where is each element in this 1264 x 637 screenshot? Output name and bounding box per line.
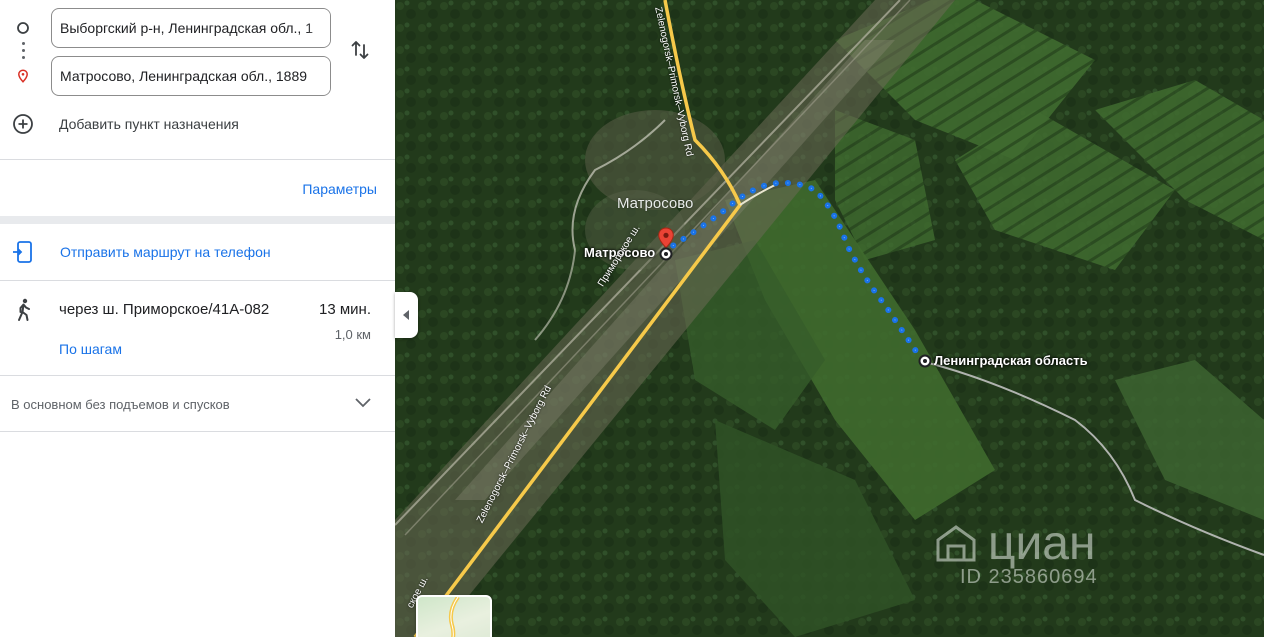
swap-vertical-icon[interactable] <box>348 38 372 62</box>
circle-icon <box>17 22 29 34</box>
route-distance: 1,0 км <box>334 327 371 342</box>
route-duration: 13 мин. <box>319 301 371 318</box>
chevron-left-icon <box>403 310 409 320</box>
walking-icon <box>18 298 30 321</box>
satellite-map[interactable]: циан ID 235860694 <box>395 0 1264 637</box>
add-circle-icon <box>13 114 33 134</box>
route-via-label: через ш. Приморское/41А-082 <box>59 301 270 318</box>
elevation-summary-label: В основном без подъемов и спусков <box>11 397 230 412</box>
route-option[interactable]: через ш. Приморское/41А-082 13 мин. 1,0 … <box>0 282 395 374</box>
send-to-phone-button[interactable]: Отправить маршрут на телефон <box>0 226 395 280</box>
cian-logo <box>936 525 976 562</box>
divider <box>0 280 395 281</box>
phone-send-icon <box>13 241 32 263</box>
elevation-summary-row[interactable]: В основном без подъемов и спусков <box>0 377 395 431</box>
destination-row: Матросово, Ленинградская обл., 1889 <box>0 56 395 96</box>
end-label: Ленинградская область <box>934 353 1088 368</box>
location-pin-icon <box>18 69 28 83</box>
origin-input-value: Выборгский р-н, Ленинградская обл., 1 <box>60 20 313 36</box>
directions-panel: Выборгский р-н, Ленинградская обл., 1 Ма… <box>0 0 395 637</box>
watermark: циан ID 235860694 <box>930 517 1160 600</box>
watermark-brand: циан <box>988 517 1096 570</box>
map-layers-button[interactable] <box>416 595 492 637</box>
collapse-panel-button[interactable] <box>395 292 418 338</box>
origin-input[interactable]: Выборгский р-н, Ленинградская обл., 1 <box>51 8 331 48</box>
destination-input-value: Матросово, Ленинградская обл., 1889 <box>60 68 308 84</box>
town-label: Матросово <box>617 195 694 212</box>
map-layer-thumbnail <box>448 597 460 637</box>
divider <box>0 375 395 376</box>
origin-row: Выборгский р-н, Ленинградская обл., 1 <box>0 8 395 48</box>
step-by-step-link[interactable]: По шагам <box>59 341 122 357</box>
destination-input[interactable]: Матросово, Ленинградская обл., 1889 <box>51 56 331 96</box>
add-destination-button[interactable]: Добавить пункт назначения <box>0 110 395 140</box>
options-button[interactable]: Параметры <box>302 181 377 197</box>
watermark-id: ID 235860694 <box>960 566 1098 588</box>
send-to-phone-label: Отправить маршрут на телефон <box>60 244 271 260</box>
chevron-down-icon <box>355 398 371 408</box>
divider <box>0 159 395 160</box>
section-separator <box>0 216 395 224</box>
divider <box>0 431 395 432</box>
add-destination-label: Добавить пункт назначения <box>59 116 239 132</box>
end-marker[interactable] <box>918 354 932 368</box>
